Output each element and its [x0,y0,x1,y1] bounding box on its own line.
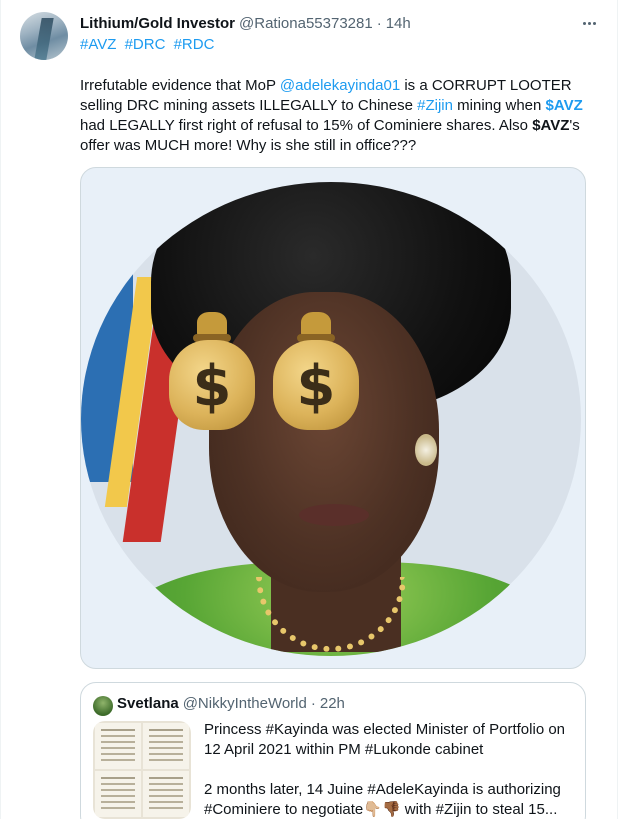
dollar-sign: $ [192,354,232,419]
dollar-sign: $ [296,354,336,419]
money-bag-icon: $ [169,312,255,432]
document-image [95,723,141,769]
author-avatar[interactable] [20,12,68,60]
tweet-text-segment: mining when [452,97,546,114]
more-icon-dot [587,21,591,25]
quoted-author-handle: @NikkyIntheWorld [182,695,307,712]
earring [415,434,437,466]
quoted-tweet-paragraph: 2 months later, 14 Juine #AdeleKayinda i… [204,781,561,818]
quoted-tweet-thumbnail [93,721,191,819]
hashtag-link[interactable]: #Zijin [417,97,453,114]
quoted-author-avatar [93,696,113,716]
tweet-media-image[interactable]: $ $ [80,167,586,669]
photo-circle-crop: $ $ [81,182,581,656]
separator-dot: · [310,695,316,712]
quoted-tweet-timestamp: 22h [319,695,345,712]
tweet-text-segment: Irrefutable evidence that MoP [80,77,280,94]
author-handle[interactable]: @Rationa55373281 [239,15,373,32]
cashtag-text[interactable]: $AVZ [532,117,569,134]
quoted-tweet-body: Princess #Kayinda was elected Minister o… [204,720,574,819]
avatar-image-detail [34,18,54,60]
quoted-tweet-paragraph: Princess #Kayinda was elected Minister o… [204,721,566,758]
cashtag-link[interactable]: $AVZ [546,97,583,114]
timeline-left-border [0,0,1,819]
quoted-author-name: Svetlana [117,695,179,712]
document-image [143,723,189,769]
author-name[interactable]: Lithium/Gold Investor [80,15,235,32]
document-image [95,771,141,817]
tweet-header: Lithium/Gold Investor @Rationa55373281 ·… [80,13,411,33]
more-icon[interactable] [580,14,598,32]
quoted-tweet-header: Svetlana @NikkyIntheWorld · 22h [117,695,345,712]
lips [299,504,369,526]
tweet-text-segment: had LEGALLY first right of refusal to 15… [80,117,533,134]
tweet-hashtags: #AVZ #DRC #RDC [80,36,218,53]
mention-link[interactable]: @adelekayinda01 [280,77,400,94]
quoted-tweet[interactable]: Svetlana @NikkyIntheWorld · 22h Princess… [80,682,586,819]
hashtag-link[interactable]: #AVZ [80,36,116,53]
money-bag-icon: $ [273,312,359,432]
tweet-body: Irrefutable evidence that MoP @adelekayi… [80,76,595,156]
document-image [143,771,189,817]
more-icon-dot [582,21,586,25]
tweet-timestamp[interactable]: 14h [386,15,411,32]
separator-dot: · [376,14,382,32]
hashtag-link[interactable]: #DRC [125,36,166,53]
more-icon-dot [592,21,596,25]
hashtag-link[interactable]: #RDC [174,36,215,53]
